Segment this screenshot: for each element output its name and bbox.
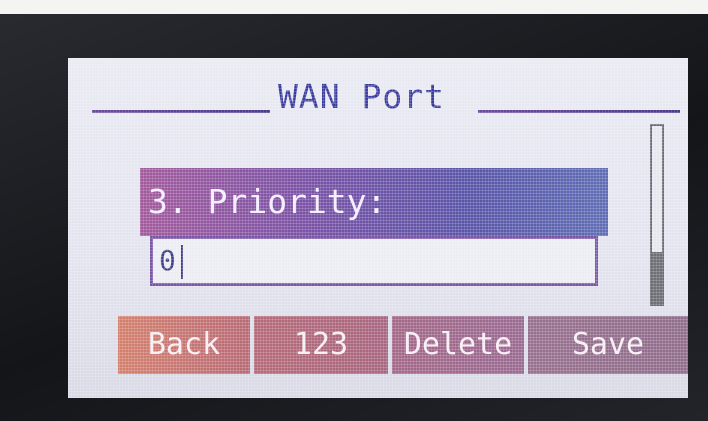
softkey-bar: Back 123 Delete Save (118, 316, 688, 374)
text-cursor (181, 245, 183, 279)
delete-softkey[interactable]: Delete (392, 316, 524, 374)
input-mode-softkey[interactable]: 123 (254, 316, 388, 374)
background-surface (0, 0, 708, 14)
priority-input-value: 0 (159, 244, 176, 277)
scrollbar[interactable] (650, 124, 664, 306)
priority-field: 3. Priority: 0 (140, 168, 608, 296)
screen-header: WAN Port (92, 76, 680, 118)
priority-input[interactable]: 0 (150, 236, 598, 286)
scrollbar-thumb[interactable] (652, 252, 662, 304)
page-title: WAN Port (278, 77, 445, 116)
title-divider-left (92, 110, 270, 113)
lcd-screen: WAN Port 3. Priority: 0 Back 123 Delete … (68, 58, 688, 398)
title-divider-right (478, 110, 680, 113)
back-softkey[interactable]: Back (118, 316, 250, 374)
priority-field-label: 3. Priority: (140, 168, 608, 236)
save-softkey[interactable]: Save (528, 316, 688, 374)
